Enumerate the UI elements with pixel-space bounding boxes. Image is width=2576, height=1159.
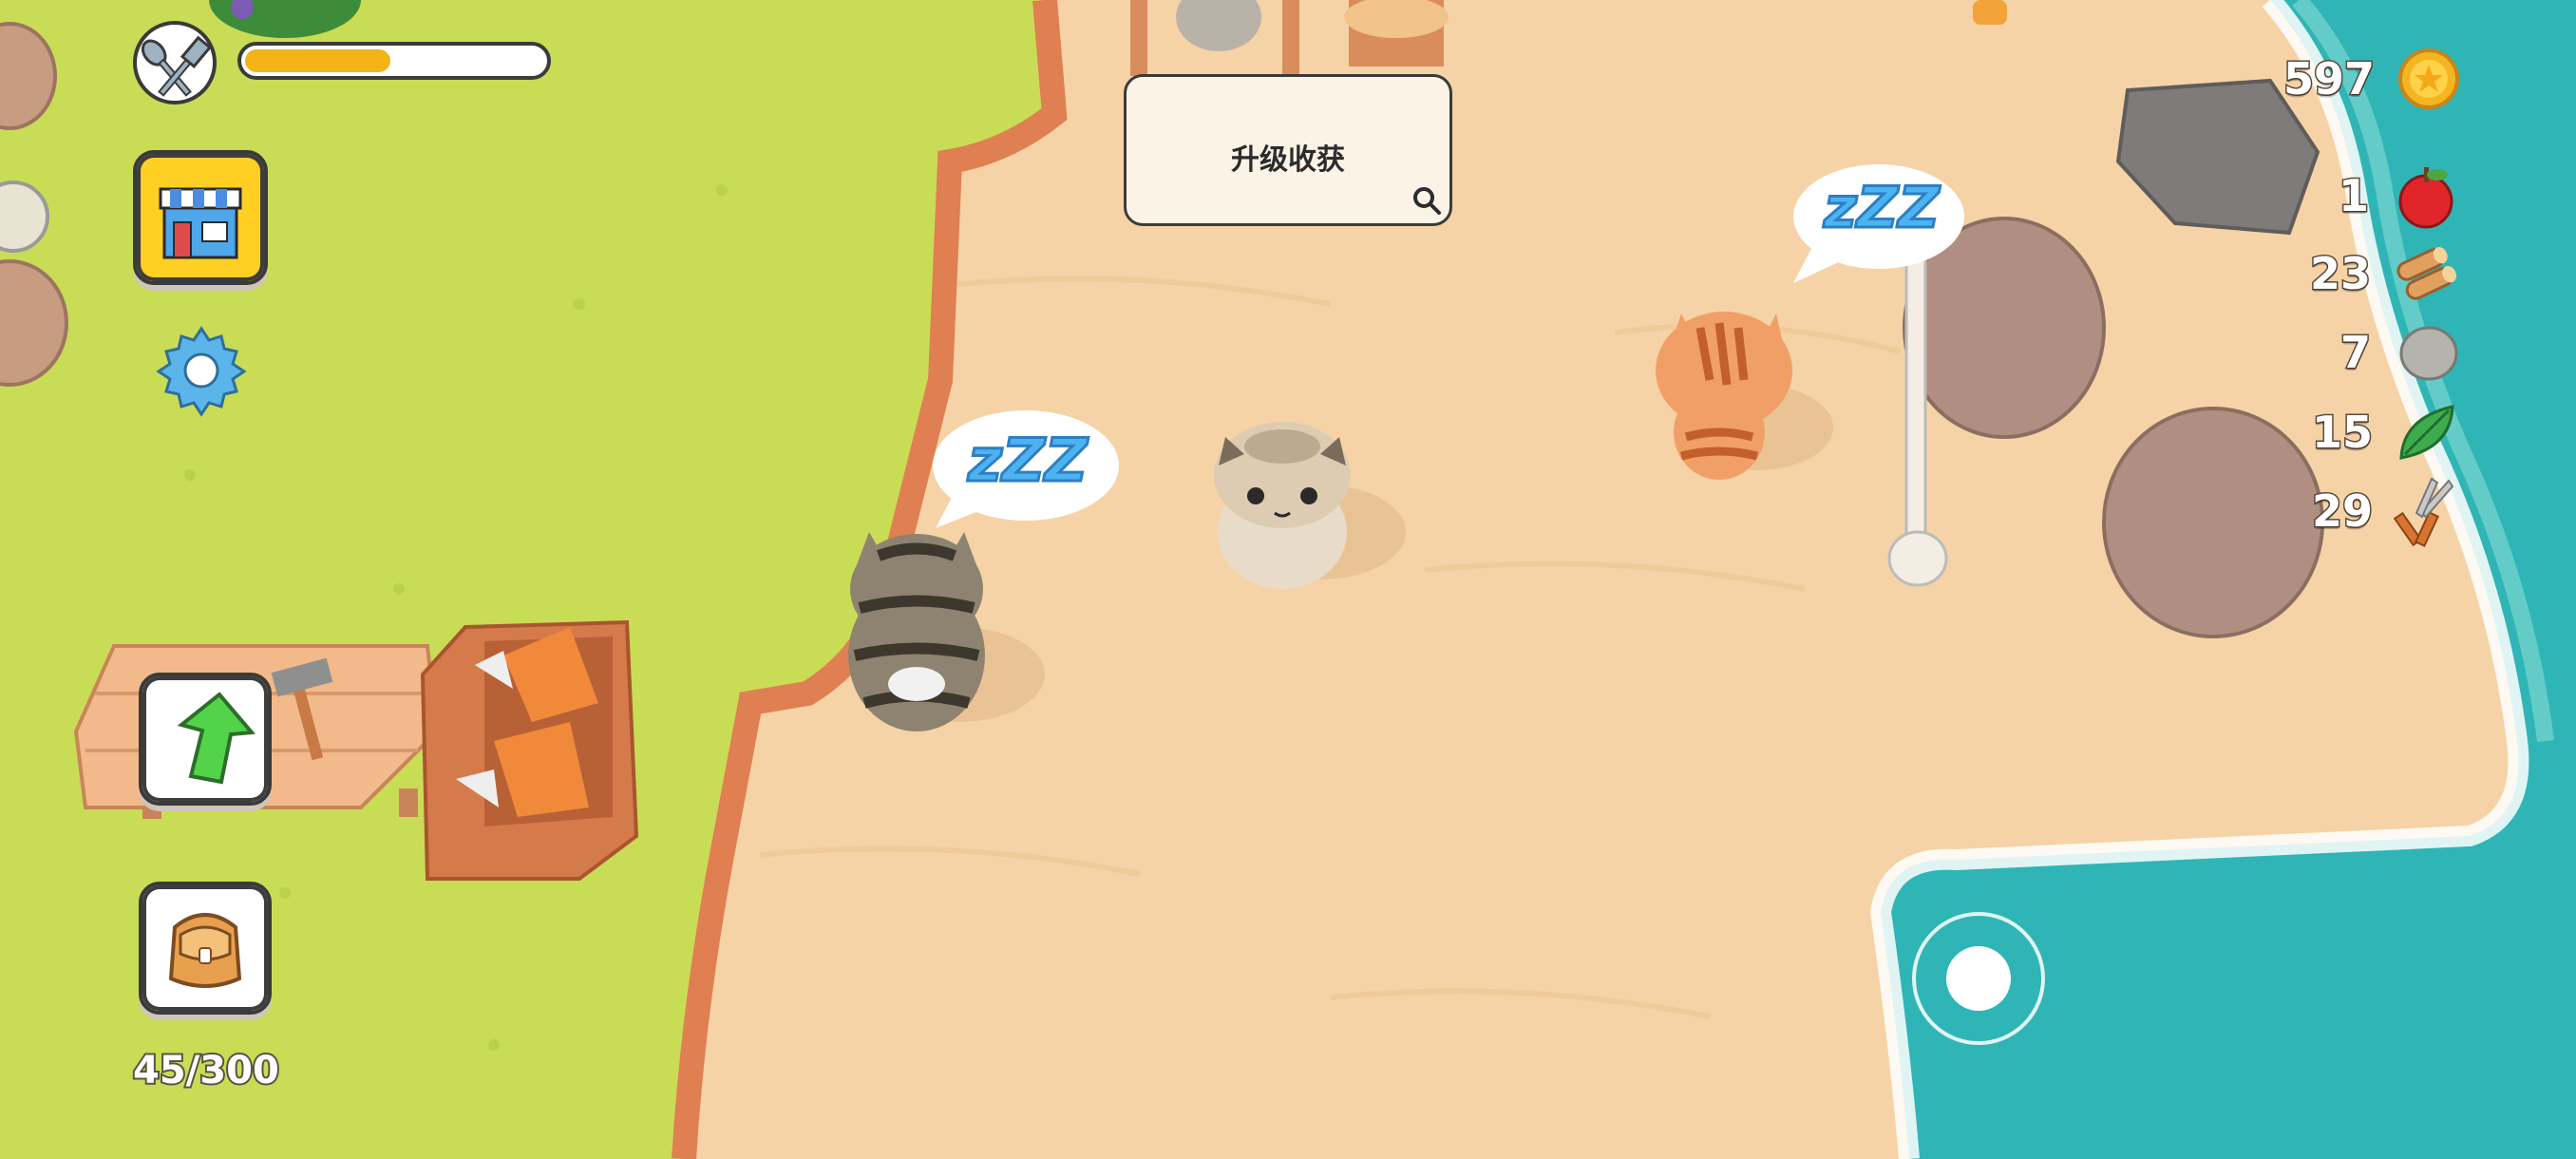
upgrade-harvest-panel[interactable]: 升级收获 (1124, 74, 1452, 226)
hunger-bar-fill (245, 49, 390, 72)
carrot-crate (420, 619, 639, 881)
log-icon (2396, 247, 2456, 300)
settings-button[interactable] (152, 321, 251, 420)
resource-leaves: 15 (2310, 399, 2460, 466)
leaf-icon (2399, 405, 2454, 460)
green-up-arrow-icon (177, 692, 256, 785)
sleep-bubble-tabby: zZZ (926, 407, 1121, 530)
sleep-text: zZZ (967, 425, 1089, 497)
upgrade-harvest-label: 升级收获 (1231, 143, 1345, 177)
cream-cat (1214, 422, 1351, 589)
stone-value: 7 (2339, 326, 2372, 380)
tree-stump (1344, 0, 1449, 66)
apple-icon (2398, 167, 2453, 229)
tabby-cat (848, 532, 985, 732)
wood-value: 23 (2308, 247, 2372, 301)
gold-coin-icon (2398, 48, 2459, 109)
leaves-value: 15 (2310, 406, 2374, 460)
backpack-icon (168, 913, 242, 988)
resource-coins: 597 (2282, 38, 2460, 120)
gear-icon (156, 326, 247, 417)
magnifier-icon (1411, 185, 1442, 216)
resource-tools: 29 (2310, 475, 2460, 547)
coins-value: 597 (2282, 52, 2376, 106)
resource-apples: 1 (2337, 158, 2460, 234)
sleep-text: zZZ (1823, 174, 1941, 243)
resource-stone: 7 (2339, 319, 2460, 386)
shears-icon (2394, 477, 2454, 547)
backpack-capacity: 45/300 (131, 1047, 281, 1094)
shop-icon (159, 187, 242, 259)
upgrade-button[interactable] (139, 673, 272, 806)
tools-value: 29 (2310, 484, 2374, 539)
resource-panel: 597 1 23 7 15 29 (2185, 38, 2460, 570)
shop-button[interactable] (133, 150, 268, 285)
hunger-icon (131, 19, 218, 106)
hunger-bar (237, 42, 551, 80)
resource-wood: 23 (2308, 239, 2460, 308)
apples-value: 1 (2337, 169, 2370, 223)
sleep-bubble-orange: zZZ (1786, 162, 1966, 285)
backpack-button[interactable] (139, 882, 272, 1015)
stone-icon (2399, 326, 2458, 381)
